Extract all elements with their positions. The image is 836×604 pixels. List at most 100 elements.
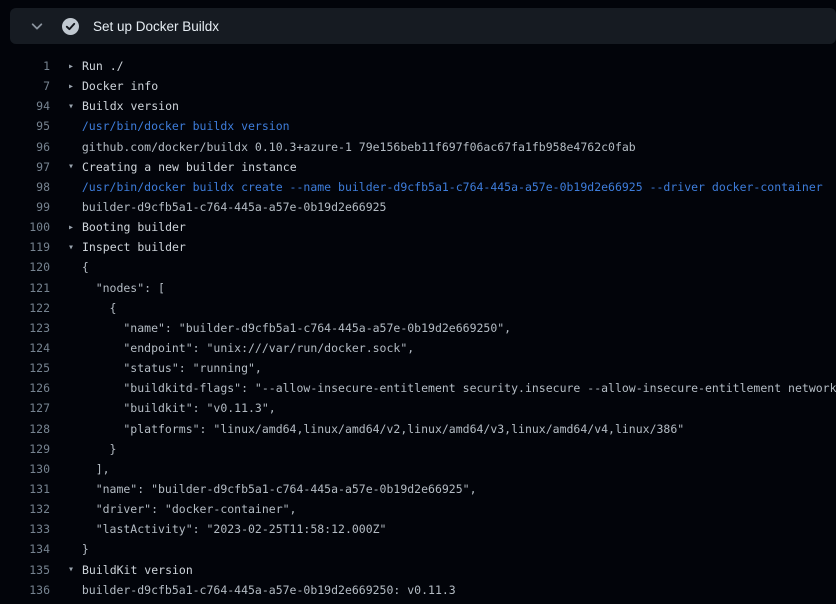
log-line: 100 ▸Booting builder	[0, 217, 836, 237]
log-line: 133 "lastActivity": "2023-02-25T11:58:12…	[0, 519, 836, 539]
output-text: }	[68, 542, 89, 556]
log-line: 99 builder-d9cfb5a1-c764-445a-a57e-0b19d…	[0, 197, 836, 217]
line-number[interactable]: 95	[0, 119, 50, 133]
line-content: ▸Docker info	[68, 79, 836, 93]
output-text: {	[68, 301, 116, 315]
output-text: "endpoint": "unix:///var/run/docker.sock…	[68, 341, 414, 355]
line-content: }	[68, 442, 836, 456]
line-number[interactable]: 119	[0, 240, 50, 254]
line-content: ],	[68, 462, 836, 476]
chevron-down-icon[interactable]	[30, 19, 44, 33]
line-content: "buildkit": "v0.11.3",	[68, 401, 836, 415]
log-line: 124 "endpoint": "unix:///var/run/docker.…	[0, 338, 836, 358]
group-collapsed-icon[interactable]: ▸	[68, 61, 82, 72]
group-title[interactable]: Docker info	[82, 79, 158, 93]
line-number[interactable]: 131	[0, 482, 50, 496]
log-line: 1 ▸Run ./	[0, 56, 836, 76]
line-content: "endpoint": "unix:///var/run/docker.sock…	[68, 341, 836, 355]
line-number[interactable]: 123	[0, 321, 50, 335]
line-number[interactable]: 97	[0, 160, 50, 174]
log-line: 126 "buildkitd-flags": "--allow-insecure…	[0, 378, 836, 398]
line-content: github.com/docker/buildx 0.10.3+azure-1 …	[68, 140, 836, 154]
line-content: ▾Creating a new builder instance	[68, 160, 836, 174]
group-title[interactable]: Run ./	[82, 59, 124, 73]
line-content: builder-d9cfb5a1-c764-445a-a57e-0b19d2e6…	[68, 583, 836, 597]
line-number[interactable]: 130	[0, 462, 50, 476]
log-line: 97 ▾Creating a new builder instance	[0, 157, 836, 177]
group-title[interactable]: Buildx version	[82, 99, 179, 113]
line-number[interactable]: 127	[0, 401, 50, 415]
output-text: "status": "running",	[68, 361, 262, 375]
group-expanded-icon[interactable]: ▾	[68, 161, 82, 172]
output-text: "name": "builder-d9cfb5a1-c764-445a-a57e…	[68, 482, 477, 496]
output-text: }	[68, 442, 116, 456]
log-line: 135 ▾BuildKit version	[0, 560, 836, 580]
line-number[interactable]: 99	[0, 200, 50, 214]
output-text: builder-d9cfb5a1-c764-445a-a57e-0b19d2e6…	[68, 583, 456, 597]
line-content: /usr/bin/docker buildx create --name bui…	[68, 180, 836, 194]
line-number[interactable]: 135	[0, 563, 50, 577]
log-line: 125 "status": "running",	[0, 358, 836, 378]
line-number[interactable]: 98	[0, 180, 50, 194]
log-line: 134 }	[0, 539, 836, 559]
log-line: 128 "platforms": "linux/amd64,linux/amd6…	[0, 419, 836, 439]
log-line: 96 github.com/docker/buildx 0.10.3+azure…	[0, 137, 836, 157]
line-number[interactable]: 134	[0, 542, 50, 556]
line-content: ▾BuildKit version	[68, 563, 836, 577]
command-text: /usr/bin/docker buildx create --name bui…	[68, 180, 823, 194]
log-line: 130 ],	[0, 459, 836, 479]
line-number[interactable]: 124	[0, 341, 50, 355]
log-line: 119 ▾Inspect builder	[0, 237, 836, 257]
output-text: "platforms": "linux/amd64,linux/amd64/v2…	[68, 422, 684, 436]
log-line: 95 /usr/bin/docker buildx version	[0, 116, 836, 136]
output-text: ],	[68, 462, 110, 476]
line-content: ▾Inspect builder	[68, 240, 836, 254]
group-title[interactable]: Booting builder	[82, 220, 186, 234]
line-number[interactable]: 94	[0, 99, 50, 113]
log-line: 98 /usr/bin/docker buildx create --name …	[0, 177, 836, 197]
step-title: Set up Docker Buildx	[93, 19, 219, 34]
line-content: ▾Buildx version	[68, 99, 836, 113]
line-number[interactable]: 1	[0, 59, 50, 73]
line-content: "status": "running",	[68, 361, 836, 375]
line-number[interactable]: 122	[0, 301, 50, 315]
line-number[interactable]: 96	[0, 140, 50, 154]
line-number[interactable]: 136	[0, 583, 50, 597]
line-content: ▸Booting builder	[68, 220, 836, 234]
group-collapsed-icon[interactable]: ▸	[68, 222, 82, 233]
line-number[interactable]: 100	[0, 220, 50, 234]
line-content: }	[68, 542, 836, 556]
log-line: 123 "name": "builder-d9cfb5a1-c764-445a-…	[0, 318, 836, 338]
output-text: "driver": "docker-container",	[68, 502, 296, 516]
line-content: "platforms": "linux/amd64,linux/amd64/v2…	[68, 422, 836, 436]
group-collapsed-icon[interactable]: ▸	[68, 81, 82, 92]
line-content: "driver": "docker-container",	[68, 502, 836, 516]
line-number[interactable]: 128	[0, 422, 50, 436]
log-line: 132 "driver": "docker-container",	[0, 499, 836, 519]
line-content: {	[68, 301, 836, 315]
line-number[interactable]: 120	[0, 260, 50, 274]
output-text: {	[68, 260, 89, 274]
line-content: "name": "builder-d9cfb5a1-c764-445a-a57e…	[68, 321, 836, 335]
line-number[interactable]: 125	[0, 361, 50, 375]
group-title[interactable]: Inspect builder	[82, 240, 186, 254]
group-expanded-icon[interactable]: ▾	[68, 564, 82, 575]
check-circle-icon	[62, 18, 79, 35]
group-expanded-icon[interactable]: ▾	[68, 101, 82, 112]
output-text: builder-d9cfb5a1-c764-445a-a57e-0b19d2e6…	[68, 200, 387, 214]
step-header[interactable]: Set up Docker Buildx	[10, 8, 836, 44]
line-number[interactable]: 126	[0, 381, 50, 395]
group-title[interactable]: Creating a new builder instance	[82, 160, 297, 174]
line-number[interactable]: 133	[0, 522, 50, 536]
line-number[interactable]: 129	[0, 442, 50, 456]
log-area: 1▸Run ./7▸Docker info94▾Buildx version95…	[0, 56, 836, 600]
line-number[interactable]: 132	[0, 502, 50, 516]
line-number[interactable]: 121	[0, 281, 50, 295]
actions-log-panel: Set up Docker Buildx 1▸Run ./7▸Docker in…	[0, 8, 836, 600]
log-line: 127 "buildkit": "v0.11.3",	[0, 398, 836, 418]
group-expanded-icon[interactable]: ▾	[68, 242, 82, 253]
line-number[interactable]: 7	[0, 79, 50, 93]
line-content: builder-d9cfb5a1-c764-445a-a57e-0b19d2e6…	[68, 200, 836, 214]
line-content: "buildkitd-flags": "--allow-insecure-ent…	[68, 381, 836, 395]
group-title[interactable]: BuildKit version	[82, 563, 193, 577]
